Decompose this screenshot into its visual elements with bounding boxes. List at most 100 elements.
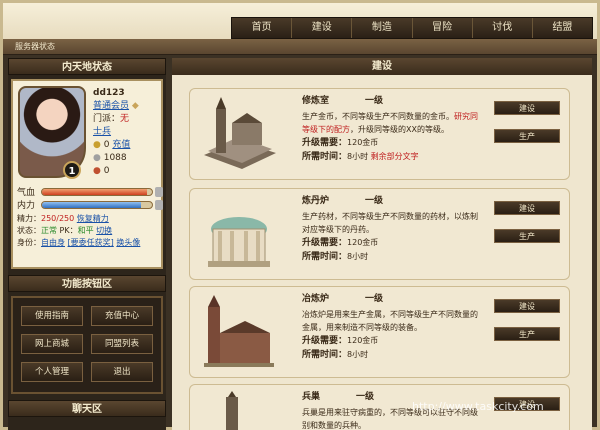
building-level: 一级	[365, 294, 384, 304]
building-desc: 生产药材，不同等级生产不同数量的药材，以炼制对应等级下的丹药。	[302, 212, 478, 234]
produce-button[interactable]: 生产	[494, 129, 560, 143]
card-buttons: 建设 生产	[494, 101, 560, 157]
nav-attack[interactable]: 讨伐	[473, 18, 533, 38]
time-value: 8小时	[347, 152, 369, 161]
state-label: 状态：	[17, 226, 41, 235]
building-name: 修炼室	[302, 96, 330, 106]
barracks-image	[198, 391, 280, 430]
gem-icon: ◆	[131, 101, 139, 111]
pk-label: PK：	[59, 226, 78, 235]
building-info: 冶炼炉 一级 冶炼炉是用来生产金属，不同等级生产不同数量的金属，用来制造不同等级的…	[302, 293, 478, 362]
produce-button[interactable]: 生产	[494, 229, 560, 243]
time-label: 所需时间：	[302, 152, 348, 162]
top-banner: 首页 建设 制造 冒险 讨伐 结盟	[3, 3, 597, 39]
restore-jingli-link[interactable]: 恢复精力	[77, 214, 109, 223]
faction-value: 无	[120, 114, 130, 124]
func-button-area: 使用指南 充值中心 网上商城 同盟列表 个人管理 退出	[11, 296, 163, 394]
cathedral-image	[198, 95, 280, 175]
identity-value[interactable]: 自由身	[41, 238, 65, 247]
desc-tail: ，升级同等级的XX的等级。	[350, 125, 449, 134]
building-level: 一级	[356, 392, 375, 402]
gold-value: 0	[103, 140, 110, 150]
building-info: 修炼室 一级 生产金币，不同等级生产不同数量的金币。研究同等级下的配方，升级同等级…	[302, 95, 478, 164]
silver-value: 1088	[103, 153, 127, 163]
char-status-header: 内天地状态	[8, 58, 166, 75]
neili-label: 内力	[17, 201, 36, 211]
desc-text: 生产金币，不同等级生产不同数量的金币。	[302, 112, 454, 121]
rank-link[interactable]: 士兵	[93, 126, 159, 139]
jingli-label: 精力：	[17, 214, 41, 223]
recharge-link[interactable]: 充值	[112, 140, 130, 150]
building-info: 炼丹炉 一级 生产药材，不同等级生产不同数量的药材，以炼制对应等级下的丹药。 升级…	[302, 195, 478, 264]
personal-manage-button[interactable]: 个人管理	[21, 362, 83, 382]
nav-build[interactable]: 建设	[292, 18, 353, 38]
building-name: 冶炼炉	[302, 294, 330, 304]
time-label: 所需时间：	[302, 350, 348, 360]
qixue-fill	[42, 188, 147, 195]
level-badge: 1	[63, 161, 81, 179]
vital-bars: 气血 内力	[17, 185, 163, 211]
main-nav: 首页 建设 制造 冒险 讨伐 结盟	[231, 17, 593, 39]
chat-area-header: 聊天区	[8, 400, 166, 417]
char-stats: 精力：250/250 恢复精力 状态：正常 PK：和平 切换 身份：自由身 [要…	[17, 213, 163, 249]
building-level: 一级	[365, 196, 384, 206]
logout-button[interactable]: 退出	[91, 362, 153, 382]
time-label: 所需时间：	[302, 252, 348, 262]
neili-row: 内力	[17, 198, 163, 211]
online-shop-button[interactable]: 网上商城	[21, 334, 83, 354]
qixue-bar	[41, 187, 153, 196]
nav-home[interactable]: 首页	[232, 18, 293, 38]
copper-coin-icon: ●	[93, 166, 101, 176]
alliance-list-button[interactable]: 同盟列表	[91, 334, 153, 354]
server-status-bar: 服务器状态	[3, 39, 597, 55]
produce-button[interactable]: 生产	[494, 327, 560, 341]
qixue-label: 气血	[17, 188, 36, 198]
state-value: 正常	[41, 226, 57, 235]
nav-adventure[interactable]: 冒险	[413, 18, 473, 38]
guide-button[interactable]: 使用指南	[21, 306, 83, 326]
appoint-link[interactable]: [要委任获奖]	[68, 238, 114, 247]
building-name: 炼丹炉	[302, 196, 330, 206]
func-area-header: 功能按钮区	[8, 275, 166, 292]
gold-coin-icon: ●	[93, 140, 101, 150]
build-button[interactable]: 建设	[494, 201, 560, 215]
time-extra: 剩余部分文字	[370, 152, 419, 161]
member-link[interactable]: 普通会员	[93, 101, 129, 111]
neili-fill	[42, 201, 141, 208]
silver-coin-icon: ●	[93, 153, 101, 163]
build-header: 建设	[172, 58, 592, 75]
building-desc: 冶炼炉是用来生产金属，不同等级生产不同数量的金属，用来制造不同等级的装备。	[302, 310, 478, 332]
build-button[interactable]: 建设	[494, 101, 560, 115]
qixue-row: 气血	[17, 185, 163, 198]
copper-value: 0	[103, 166, 110, 176]
pk-switch-link[interactable]: 切换	[96, 226, 112, 235]
change-avatar-link[interactable]: 换头像	[116, 238, 140, 247]
nav-alliance[interactable]: 结盟	[533, 18, 592, 38]
faction-label: 门派：	[93, 114, 121, 124]
building-desc: 生产金币，不同等级生产不同数量的金币。研究同等级下的配方，升级同等级的XX的等级…	[302, 110, 478, 136]
left-column: 内天地状态 1 dd123 普通会员 ◆ 门派：无 士兵 ● 0 充值 ● 10…	[8, 58, 166, 430]
cost-label: 升级需要：	[302, 238, 348, 248]
character-info: dd123 普通会员 ◆ 门派：无 士兵 ● 0 充值 ● 1088 ● 0	[93, 87, 159, 178]
recharge-center-button[interactable]: 充值中心	[91, 306, 153, 326]
time-value: 8小时	[347, 350, 369, 359]
neili-end-icon	[155, 199, 163, 210]
identity-label: 身份：	[17, 238, 41, 247]
jingli-value: 250/250	[41, 214, 75, 223]
time-value: 8小时	[347, 252, 369, 261]
building-level: 一级	[365, 96, 384, 106]
watermark-text: http://www.taskcity.com	[412, 400, 544, 413]
cost-value: 120金币	[347, 336, 379, 345]
card-buttons: 建设 生产	[494, 201, 560, 257]
building-card: 修炼室 一级 生产金币，不同等级生产不同数量的金币。研究同等级下的配方，升级同等级…	[189, 88, 570, 180]
cost-value: 120金币	[347, 138, 379, 147]
building-name: 兵巢	[302, 392, 321, 402]
build-button[interactable]: 建设	[494, 299, 560, 313]
qixue-end-icon	[155, 186, 163, 197]
church-image	[198, 293, 280, 373]
dome-pavilion-image	[198, 195, 280, 275]
character-panel: 1 dd123 普通会员 ◆ 门派：无 士兵 ● 0 充值 ● 1088 ● 0…	[11, 79, 163, 269]
cost-label: 升级需要：	[302, 138, 348, 148]
nav-craft[interactable]: 制造	[352, 18, 413, 38]
card-buttons: 建设 生产	[494, 299, 560, 355]
